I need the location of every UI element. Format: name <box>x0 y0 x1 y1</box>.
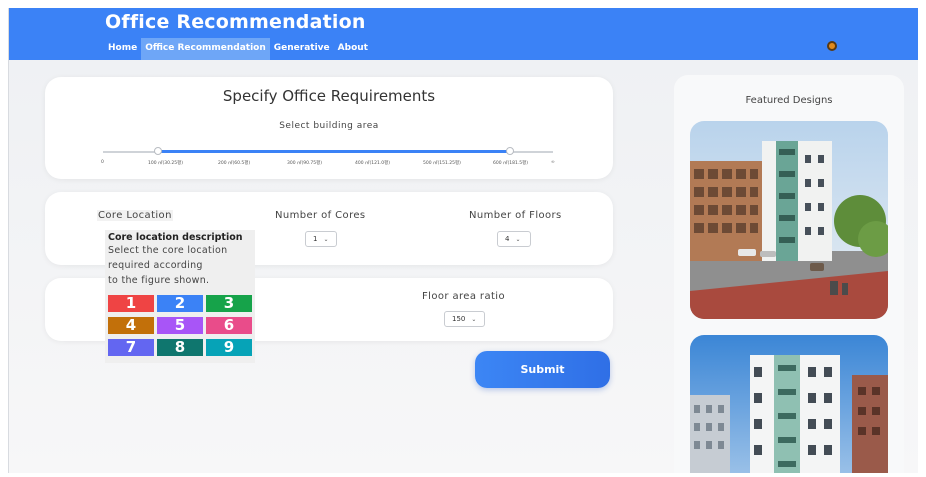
slider-tick: 500 ㎡(151.25평) <box>423 161 461 166</box>
app-title: Office Recommendation <box>105 11 366 33</box>
chevron-down-icon: ⌄ <box>515 236 521 243</box>
core-location-cell-3: 3 <box>206 295 252 312</box>
nav-home[interactable]: Home <box>104 38 141 60</box>
slider-tick: ∞ <box>551 160 555 165</box>
far-select[interactable]: 150 ⌄ <box>444 311 485 327</box>
slider-tick: 400 ㎡(121.0평) <box>355 161 391 166</box>
top-navbar: Office Recommendation Home Office Recomm… <box>9 8 918 60</box>
slider-tick: 600 ㎡(181.5평) <box>493 161 529 166</box>
featured-designs-panel: Featured Designs <box>674 75 904 473</box>
num-floors-value: 4 <box>505 235 510 243</box>
nav-office-recommendation[interactable]: Office Recommendation <box>141 38 270 60</box>
tooltip-line: Select the core location <box>108 245 228 256</box>
core-location-tooltip: Core location description Select the cor… <box>105 230 255 363</box>
core-location-cell-1: 1 <box>108 295 154 312</box>
chevron-down-icon: ⌄ <box>471 316 477 323</box>
num-cores-value: 1 <box>313 235 318 243</box>
slider-tick: 0 <box>101 160 104 165</box>
tooltip-title: Core location description <box>108 232 243 243</box>
core-location-cell-5: 5 <box>157 317 203 334</box>
building-render-2 <box>690 335 888 473</box>
app-window: Office Recommendation Home Office Recomm… <box>8 8 918 473</box>
num-floors-label: Number of Floors <box>469 210 562 221</box>
nav-generative[interactable]: Generative <box>270 38 334 60</box>
slider-tick: 100 ㎡(30.25평) <box>148 161 184 166</box>
area-slider-min-thumb[interactable] <box>154 147 162 155</box>
requirements-title: Specify Office Requirements <box>222 87 436 105</box>
core-location-cell-2: 2 <box>157 295 203 312</box>
building-render-1 <box>690 121 888 319</box>
core-location-cell-4: 4 <box>108 317 154 334</box>
featured-design-image[interactable] <box>690 121 888 319</box>
nav-about[interactable]: About <box>334 38 372 60</box>
user-avatar-icon[interactable] <box>827 41 837 51</box>
far-label: Floor area ratio <box>422 291 505 302</box>
area-slider-range <box>158 150 510 153</box>
slider-tick: 300 ㎡(90.75평) <box>287 161 323 166</box>
area-slider-max-thumb[interactable] <box>506 147 514 155</box>
chevron-down-icon: ⌄ <box>323 236 329 243</box>
num-floors-select[interactable]: 4 ⌄ <box>497 231 531 247</box>
tooltip-line: to the figure shown. <box>108 275 210 286</box>
core-location-label[interactable]: Core Location <box>97 210 173 221</box>
featured-design-image[interactable] <box>690 335 888 473</box>
num-cores-select[interactable]: 1 ⌄ <box>305 231 337 247</box>
core-location-cell-7: 7 <box>108 339 154 356</box>
num-cores-label: Number of Cores <box>275 210 366 221</box>
core-location-cell-6: 6 <box>206 317 252 334</box>
requirements-card: Specify Office Requirements Select build… <box>45 77 613 179</box>
slider-label: Select building area <box>279 121 379 131</box>
submit-button[interactable]: Submit <box>475 351 610 388</box>
featured-title: Featured Designs <box>745 95 833 106</box>
slider-tick: 200 ㎡(60.5평) <box>218 161 251 166</box>
tooltip-line: required according <box>108 260 203 271</box>
core-location-cell-8: 8 <box>157 339 203 356</box>
nav-bar: Home Office Recommendation Generative Ab… <box>104 38 372 60</box>
core-location-cell-9: 9 <box>206 339 252 356</box>
far-value: 150 <box>452 315 466 323</box>
